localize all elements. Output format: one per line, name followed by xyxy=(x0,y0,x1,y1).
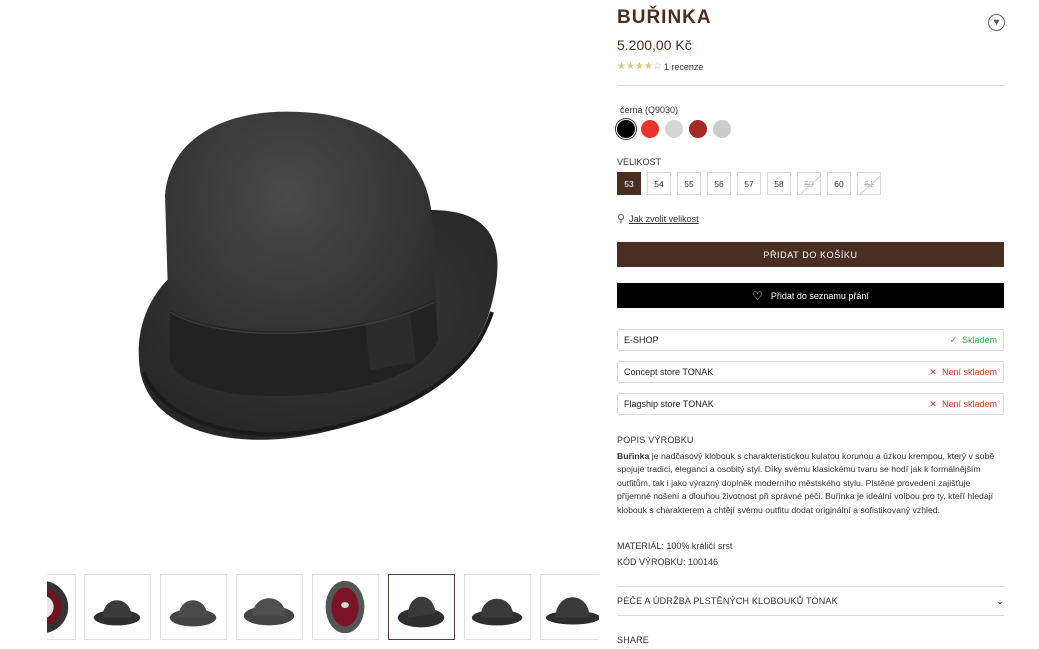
product-title: BUŘINKA xyxy=(617,7,712,28)
store-name: Flagship store TONAK xyxy=(624,399,714,409)
review-count[interactable]: 1 recenze xyxy=(664,62,704,72)
size-option-54[interactable]: 54 xyxy=(647,172,671,195)
rating-stars-icon: ★★★★☆ xyxy=(617,61,662,72)
color-swatch-light-grey[interactable] xyxy=(665,120,683,138)
divider xyxy=(617,615,1004,616)
add-to-cart-button[interactable]: PŘIDAT DO KOŠÍKU xyxy=(617,242,1004,267)
tape-measure-icon: ⚲ xyxy=(617,213,626,225)
product-panel: BUŘINKA ♥ 5.200,00 Kč ★★★★☆ 1 recenze če… xyxy=(617,0,1005,649)
heart-circle-icon[interactable]: ♥ xyxy=(988,14,1005,31)
thumbnail-strip[interactable] xyxy=(47,574,599,642)
description-lead: Buřinka xyxy=(617,451,650,461)
check-icon: ✓ xyxy=(949,334,957,345)
product-code: KÓD VÝROBKU: 100146 xyxy=(617,557,719,567)
store-status: Není skladem xyxy=(941,367,997,377)
bowler-hat-image xyxy=(138,111,498,440)
share-label[interactable]: SHARE xyxy=(617,635,649,645)
size-options: 53 54 55 56 57 58 59 60 61 xyxy=(617,172,881,195)
description-body: je nadčasový klobouk s charakteristickou… xyxy=(617,451,995,515)
thumbnail-inside-view[interactable] xyxy=(47,574,76,640)
divider xyxy=(617,85,1004,86)
divider xyxy=(617,586,1004,587)
chevron-down-icon: ⌄ xyxy=(996,596,1004,606)
size-option-61: 61 xyxy=(857,172,881,195)
color-swatch-red[interactable] xyxy=(641,120,659,138)
color-swatch-grey[interactable] xyxy=(713,120,731,138)
size-guide-link[interactable]: ⚲ Jak zvolit velikost xyxy=(617,212,699,225)
heart-icon: ♡ xyxy=(752,288,763,303)
size-option-53[interactable]: 53 xyxy=(617,172,641,195)
cross-icon: ✕ xyxy=(929,366,937,377)
material: MATERIÁL: 100% králičí srst xyxy=(617,541,733,551)
wishlist-label: Přidat do seznamu přání xyxy=(770,290,869,301)
size-guide-label: Jak zvolit velikost xyxy=(629,213,699,224)
thumbnail-side-view[interactable] xyxy=(160,574,227,640)
thumbnail-back-view[interactable] xyxy=(464,574,531,640)
thumbnail-front-view[interactable] xyxy=(84,574,151,640)
color-swatch-dark-red[interactable] xyxy=(689,120,707,138)
size-label: VELIKOST xyxy=(617,157,662,167)
main-product-image[interactable] xyxy=(120,100,510,460)
color-swatches xyxy=(617,120,731,138)
cross-icon: ✕ xyxy=(929,398,937,409)
size-option-55[interactable]: 55 xyxy=(677,172,701,195)
size-option-59: 59 xyxy=(797,172,821,195)
thumbnail-lining-view[interactable] xyxy=(312,574,379,640)
thumbnail-selected[interactable] xyxy=(388,574,455,640)
color-swatch-black[interactable] xyxy=(617,120,635,138)
store-availability-eshop: E-SHOP ✓ Skladem xyxy=(617,329,1004,351)
care-accordion[interactable]: PÉČE A ÚDRŽBA PLSTĚNÝCH KLOBOUKŮ TONAK ⌄ xyxy=(617,596,1004,607)
size-option-58[interactable]: 58 xyxy=(767,172,791,195)
size-option-60[interactable]: 60 xyxy=(827,172,851,195)
store-status: Není skladem xyxy=(941,399,997,409)
store-name: E-SHOP xyxy=(624,335,659,345)
size-option-57[interactable]: 57 xyxy=(737,172,761,195)
product-price: 5.200,00 Kč xyxy=(617,37,692,53)
thumbnail-profile-view[interactable] xyxy=(540,574,599,640)
store-status: Skladem xyxy=(961,335,997,345)
store-availability-flagship: Flagship store TONAK ✕ Není skladem xyxy=(617,393,1004,415)
color-label: černá (Q9030) xyxy=(620,105,679,115)
add-to-wishlist-button[interactable]: ♡ Přidat do seznamu přání xyxy=(617,283,1004,308)
description-heading: POPIS VÝROBKU xyxy=(617,435,694,445)
description-text: Buřinka je nadčasový klobouk s charakter… xyxy=(617,450,1004,517)
store-name: Concept store TONAK xyxy=(624,367,714,377)
store-availability-concept: Concept store TONAK ✕ Není skladem xyxy=(617,361,1004,383)
care-label: PÉČE A ÚDRŽBA PLSTĚNÝCH KLOBOUKŮ TONAK xyxy=(617,596,838,606)
size-option-56[interactable]: 56 xyxy=(707,172,731,195)
rating[interactable]: ★★★★☆ 1 recenze xyxy=(617,61,703,72)
thumbnail-angle-view[interactable] xyxy=(236,574,303,640)
